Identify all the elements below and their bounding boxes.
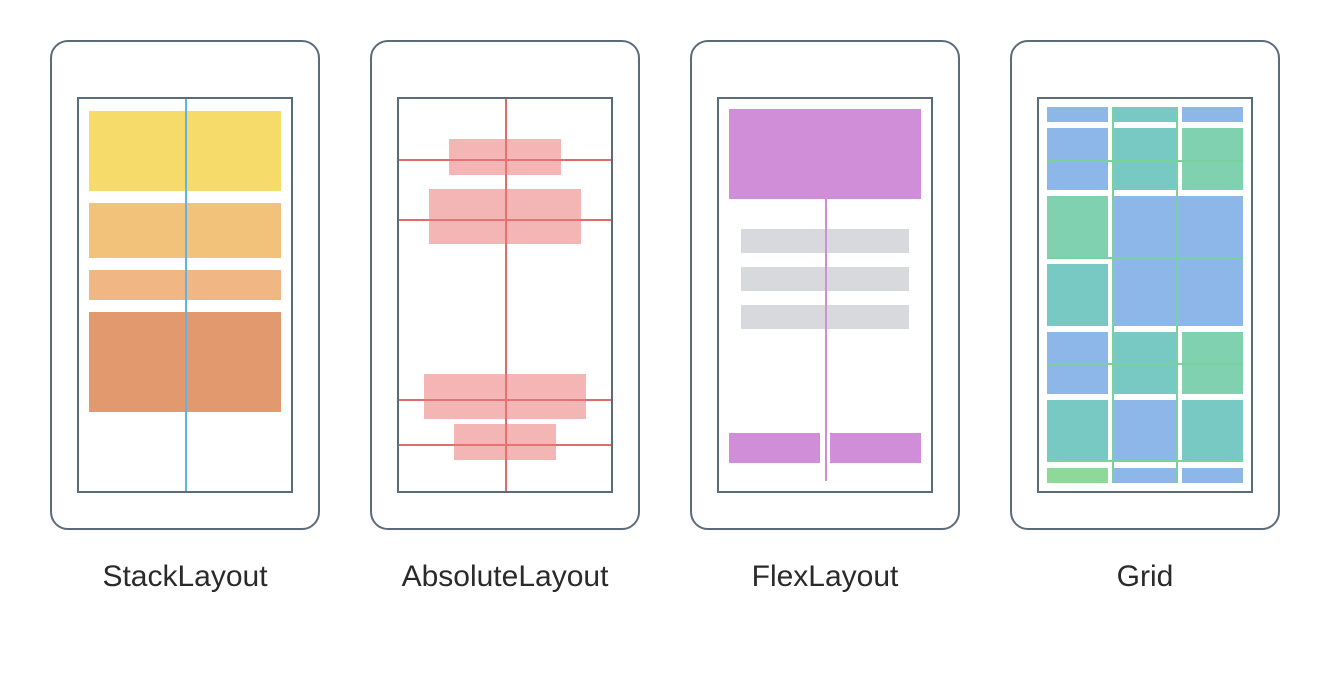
- flexlayout-label: FlexLayout: [752, 560, 899, 594]
- grid-hline: [1047, 257, 1243, 259]
- phone-frame: [690, 40, 960, 530]
- flex-footer: [729, 433, 921, 463]
- layout-diagram-row: StackLayout AbsoluteLayout: [0, 0, 1330, 594]
- flex-footer-left: [729, 433, 820, 463]
- absolutelayout-screen: [397, 97, 613, 493]
- grid-screen: [1037, 97, 1253, 493]
- grid-vline: [1176, 107, 1178, 483]
- flex-header: [729, 109, 921, 199]
- flexlayout-screen: [717, 97, 933, 493]
- stacklayout-screen: [77, 97, 293, 493]
- abs-block-3: [424, 374, 586, 419]
- flexlayout-card: FlexLayout: [690, 40, 960, 594]
- abs-block-1: [449, 139, 561, 175]
- absolutelayout-card: AbsoluteLayout: [370, 40, 640, 594]
- stacklayout-label: StackLayout: [102, 560, 267, 594]
- stack-center-axis: [185, 99, 187, 491]
- grid-hline: [1047, 363, 1243, 365]
- phone-frame: [50, 40, 320, 530]
- stacklayout-card: StackLayout: [50, 40, 320, 594]
- grid-inner: [1047, 107, 1243, 483]
- phone-frame: [370, 40, 640, 530]
- grid-hline: [1047, 160, 1243, 162]
- grid-vline: [1112, 107, 1114, 483]
- abs-block-2: [429, 189, 581, 244]
- grid-card: Grid: [1010, 40, 1280, 594]
- flex-footer-right: [830, 433, 921, 463]
- grid-hline: [1047, 460, 1243, 462]
- grid-label: Grid: [1117, 560, 1174, 594]
- absolutelayout-label: AbsoluteLayout: [402, 560, 609, 594]
- phone-frame: [1010, 40, 1280, 530]
- abs-block-4: [454, 424, 556, 460]
